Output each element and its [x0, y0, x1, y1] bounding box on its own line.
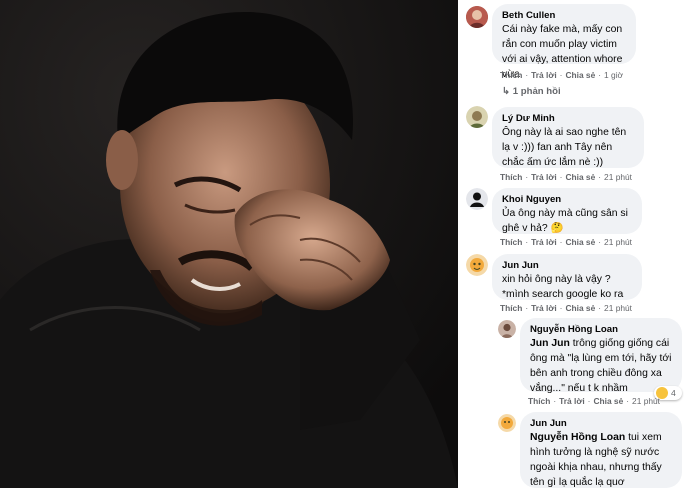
crying-man-image	[0, 0, 458, 488]
avatar[interactable]	[498, 414, 516, 432]
comment-item: Beth Cullen Cái này fake mà, mấy con rắn…	[458, 0, 700, 100]
reply-button[interactable]: Trả lời	[531, 237, 557, 247]
reply-button[interactable]: Trả lời	[531, 172, 557, 182]
avatar[interactable]	[498, 320, 516, 338]
like-button[interactable]: Thích	[500, 172, 522, 182]
comment-time[interactable]: 21 phút	[604, 303, 632, 313]
comment-bubble: Khoi Nguyen Ủa ông này mà cũng sân si gh…	[492, 188, 642, 234]
comment-bubble: Beth Cullen Cái này fake mà, mấy con rắn…	[492, 4, 636, 80]
comment-actions: Thích · Trả lời · Chia sẻ · 21 phút	[500, 237, 632, 247]
comment-bubble: Lý Dư Minh Ông này là ai sao nghe tên lạ…	[492, 107, 644, 168]
comment-author[interactable]: Jun Jun	[502, 259, 632, 272]
thinking-face-emoji: 🤔	[550, 223, 564, 234]
comment-author[interactable]: Beth Cullen	[502, 9, 626, 22]
like-button[interactable]: Thích	[500, 237, 522, 247]
comment-bubble: Jun Jun xin hỏi ông này là vậy ? *mình s…	[492, 254, 642, 300]
comment-actions: Thích · Trả lời · Chia sẻ · 21 phút	[500, 303, 632, 313]
mention-link[interactable]: Nguyễn Hồng Loan	[530, 432, 625, 443]
like-button[interactable]: Thích	[500, 70, 522, 80]
avatar[interactable]	[466, 106, 488, 128]
comment-text: Ông này là ai sao nghe tên lạ v :))) fan…	[502, 127, 627, 168]
replies-count: 1 phản hồi	[512, 86, 561, 97]
share-button[interactable]: Chia sẻ	[565, 70, 595, 80]
comment-author[interactable]: Khoi Nguyen	[502, 193, 632, 206]
comment-text: xin hỏi ông này là vậy ? *mình search go…	[502, 274, 624, 300]
comment-actions: Thích · Trả lời · Chia sẻ · 21 phút	[500, 172, 632, 182]
reaction-count: 4	[671, 388, 676, 398]
comment-text: Nguyễn Hồng Loan tui xem hình tưởng là n…	[530, 430, 672, 488]
comment-item: Jun Jun xin hỏi ông này là vậy ? *mình s…	[458, 250, 700, 316]
mention-link[interactable]: Jun Jun	[530, 338, 570, 349]
comment-actions: Thích · Trả lời · Chia sẻ · 1 giờ	[500, 70, 624, 80]
avatar[interactable]	[466, 188, 488, 210]
comment-author[interactable]: Jun Jun	[530, 417, 672, 430]
avatar[interactable]	[466, 254, 488, 276]
reply-button[interactable]: Trả lời	[531, 70, 557, 80]
comment-bubble: Nguyễn Hồng Loan Jun Jun trông giống giố…	[520, 318, 682, 394]
post-photo[interactable]	[0, 0, 458, 488]
like-button[interactable]: Thích	[500, 303, 522, 313]
share-button[interactable]: Chia sẻ	[565, 172, 595, 182]
comment-text: Jun Jun trông giống giống cái ông mà "lạ…	[530, 336, 672, 396]
comment-author[interactable]: Lý Dư Minh	[502, 112, 634, 125]
share-button[interactable]: Chia sẻ	[565, 303, 595, 313]
comment-text-content: Ủa ông này mà cũng sân si ghê v hả?	[502, 208, 628, 234]
share-button[interactable]: Chia sẻ	[565, 237, 595, 247]
reply-button[interactable]: Trả lời	[531, 303, 557, 313]
comment-actions: Thích · Trả lời · Chia sẻ · 21 phút	[528, 396, 660, 406]
reply-button[interactable]: Trả lời	[559, 396, 585, 406]
comment-author[interactable]: Nguyễn Hồng Loan	[530, 323, 672, 336]
comment-item: Khoi Nguyen Ủa ông này mà cũng sân si gh…	[458, 184, 700, 250]
comment-time[interactable]: 1 giờ	[604, 70, 623, 80]
comment-time[interactable]: 21 phút	[604, 237, 632, 247]
reply-item: Nguyễn Hồng Loan Jun Jun trông giống giố…	[458, 316, 700, 410]
comment-time[interactable]: 21 phút	[632, 396, 660, 406]
reply-arrow-icon: ↳	[502, 86, 513, 97]
comment-text: Ủa ông này mà cũng sân si ghê v hả? 🤔	[502, 206, 632, 236]
comment-bubble: Jun Jun Nguyễn Hồng Loan tui xem hình tư…	[520, 412, 682, 488]
like-button[interactable]: Thích	[528, 396, 550, 406]
comment-item: Lý Dư Minh Ông này là ai sao nghe tên lạ…	[458, 102, 700, 184]
view-replies-link[interactable]: ↳ 1 phản hồi	[502, 86, 561, 97]
avatar[interactable]	[466, 6, 488, 28]
share-button[interactable]: Chia sẻ	[593, 396, 623, 406]
reply-item: Jun Jun Nguyễn Hồng Loan tui xem hình tư…	[458, 410, 700, 488]
comment-time[interactable]: 21 phút	[604, 172, 632, 182]
comment-section: Beth Cullen Cái này fake mà, mấy con rắn…	[458, 0, 700, 488]
